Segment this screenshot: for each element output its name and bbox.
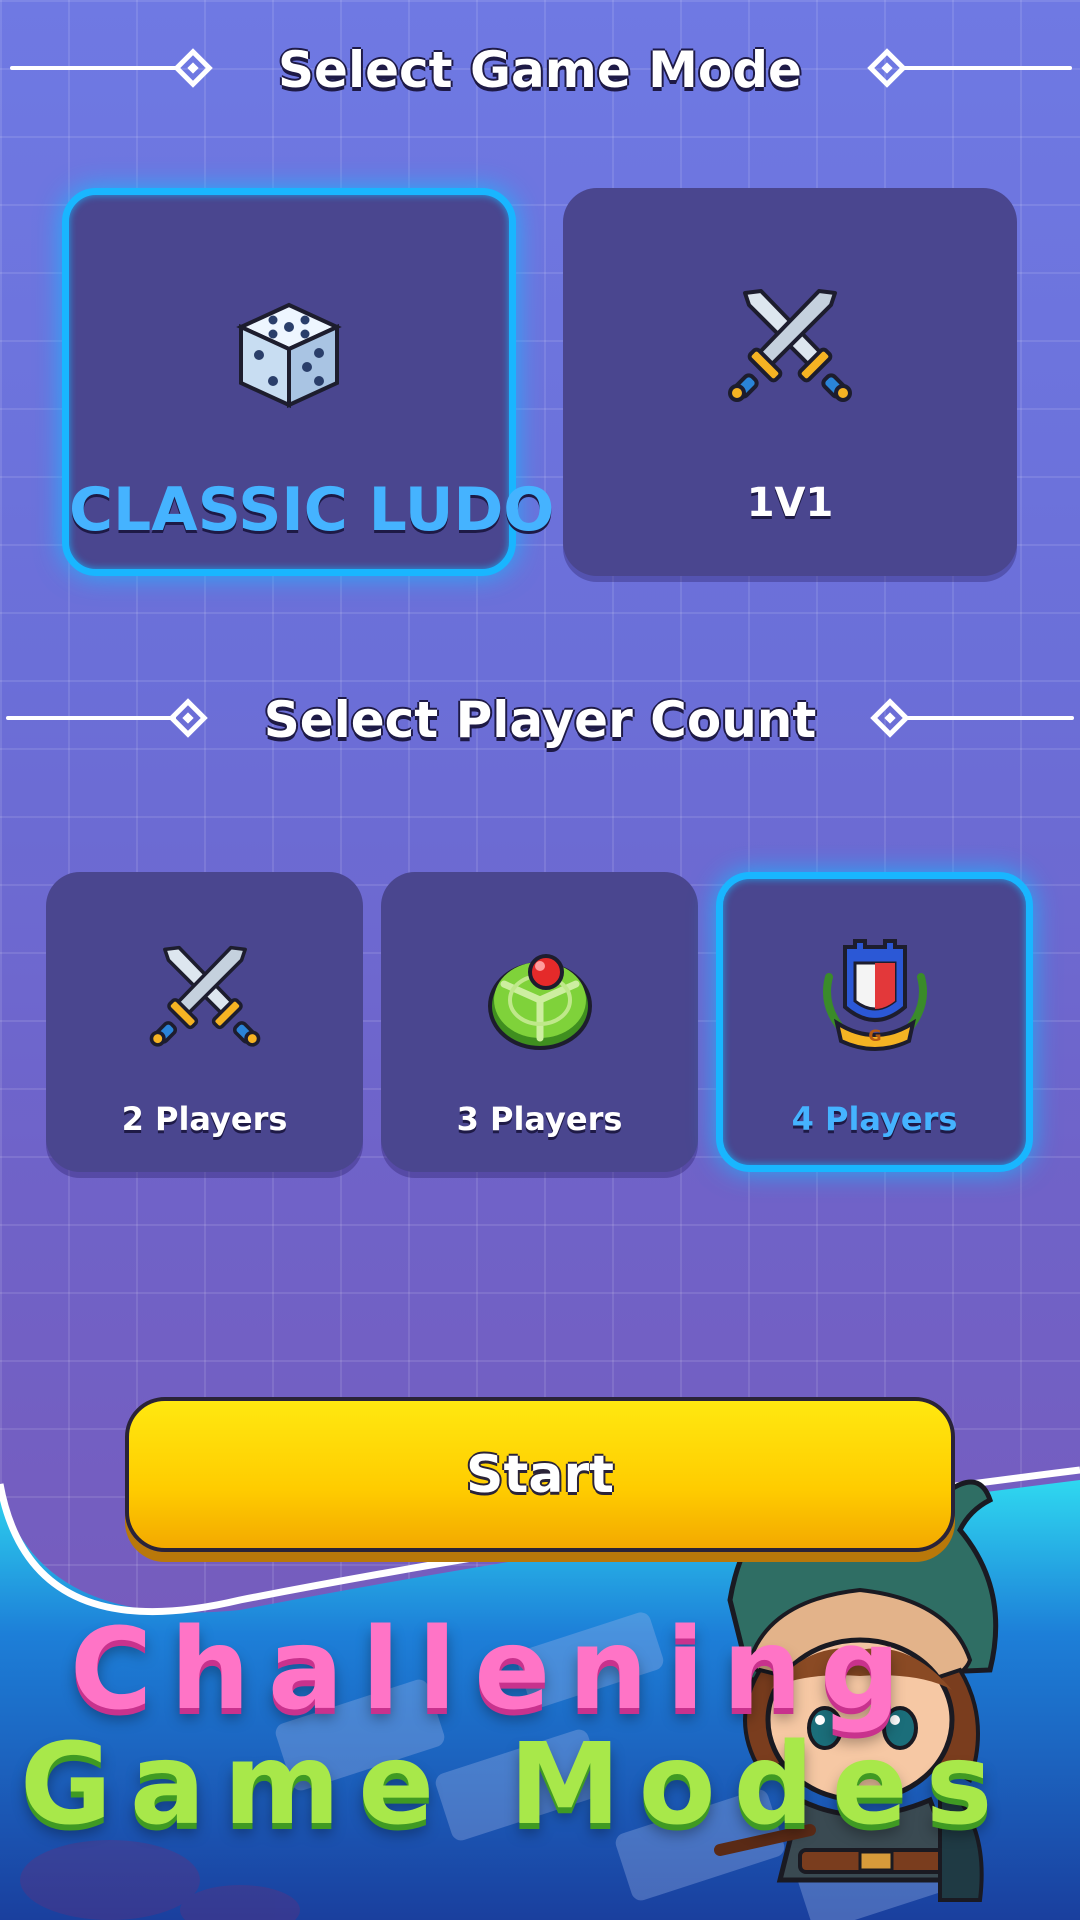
player-label: 4 Players [791, 1100, 958, 1138]
mode-label: CLASSIC LUDO [69, 475, 555, 545]
game-mode-header: Select Game Mode [0, 30, 1080, 110]
crossed-swords-icon [728, 289, 852, 402]
promo-line-2: Game Modes [20, 1720, 1011, 1850]
player-count-title: Select Player Count [263, 691, 817, 749]
svg-text:G: G [868, 1026, 881, 1045]
promo-line-1: Challening [70, 1605, 919, 1735]
player-card-3[interactable]: 3 Players [381, 872, 698, 1172]
start-button[interactable]: Start [125, 1397, 955, 1552]
player-label: 3 Players [456, 1100, 623, 1138]
dice-icon [236, 302, 342, 409]
game-mode-title: Select Game Mode [278, 41, 802, 99]
mode-card-classic-ludo[interactable]: CLASSIC LUDO [62, 188, 555, 576]
mode-label: 1V1 [746, 480, 834, 526]
player-count-header: Select Player Count [0, 680, 1080, 760]
mode-card-1v1[interactable]: 1V1 [563, 188, 1017, 576]
castle-crest-icon: G [822, 939, 927, 1051]
player-card-4[interactable]: G 4 Players [716, 872, 1033, 1172]
player-label: 2 Players [121, 1100, 288, 1138]
start-button-label: Start [466, 1444, 614, 1505]
crossed-swords-icon [149, 945, 260, 1047]
green-target-icon [487, 954, 592, 1050]
player-card-2[interactable]: 2 Players [46, 872, 363, 1172]
